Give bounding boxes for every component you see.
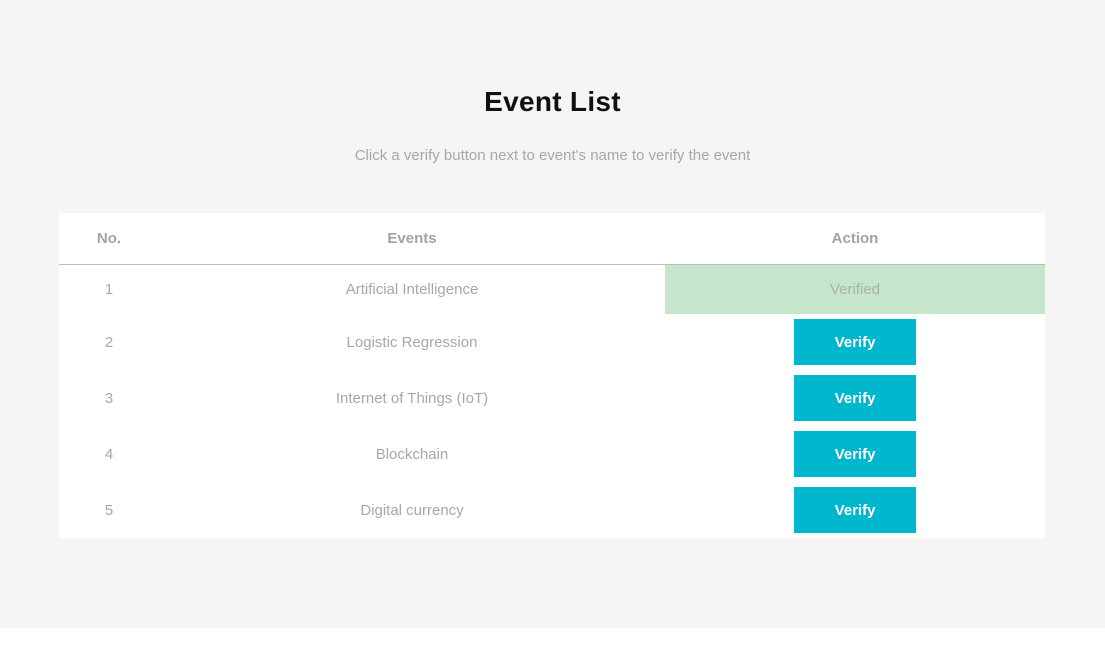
verified-status: Verified (665, 265, 1045, 314)
header-no: No. (96, 230, 122, 247)
row-number: 2 (104, 333, 114, 351)
table-row: 2 Logistic Regression Verify (59, 314, 1045, 370)
event-name: Blockchain (375, 445, 449, 463)
table-row: 1 Artificial Intelligence Verified (59, 265, 1045, 314)
header-events: Events (387, 230, 437, 247)
event-name: Logistic Regression (346, 333, 478, 351)
verify-button[interactable]: Verify (794, 431, 916, 477)
header-action: Action (831, 230, 879, 247)
verify-button[interactable]: Verify (794, 375, 916, 421)
action-cell: Verify (665, 370, 1045, 426)
row-number: 3 (104, 389, 114, 407)
row-number: 5 (104, 501, 114, 519)
table-row: 3 Internet of Things (IoT) Verify (59, 370, 1045, 426)
page-title: Event List (484, 86, 621, 117)
action-cell: Verify (665, 482, 1045, 538)
event-name: Internet of Things (IoT) (335, 389, 489, 407)
verify-button[interactable]: Verify (794, 319, 916, 365)
page-subtitle: Click a verify button next to event's na… (354, 147, 751, 164)
table-header: No. Events Action (59, 213, 1045, 265)
row-number: 1 (104, 281, 114, 298)
event-table: No. Events Action 1 Artificial Intellige… (59, 213, 1045, 538)
action-cell: Verify (665, 426, 1045, 482)
action-cell: Verify (665, 314, 1045, 370)
page: Event List Click a verify button next to… (0, 0, 1105, 628)
verify-button[interactable]: Verify (794, 487, 916, 533)
event-name: Artificial Intelligence (345, 281, 479, 298)
table-row: 5 Digital currency Verify (59, 482, 1045, 538)
event-name: Digital currency (360, 501, 464, 519)
table-row: 4 Blockchain Verify (59, 426, 1045, 482)
row-number: 4 (104, 445, 114, 463)
